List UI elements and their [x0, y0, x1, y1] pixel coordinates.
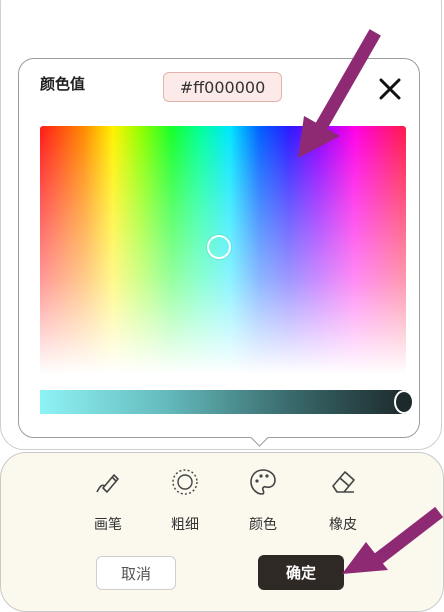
hex-value-field[interactable]: #ff000000	[163, 72, 282, 102]
close-icon	[379, 78, 401, 100]
bottom-toolbar	[0, 452, 444, 612]
eraser-icon	[332, 471, 355, 493]
tool-label: 颜色	[249, 517, 277, 533]
tool-label: 画笔	[94, 517, 122, 533]
cancel-button[interactable]: 取消	[96, 556, 176, 590]
shade-slider[interactable]	[40, 390, 406, 414]
tool-thickness[interactable]: 粗细	[155, 466, 215, 536]
color-value-label: 颜色值	[40, 75, 86, 93]
pen-icon	[96, 474, 119, 493]
tool-label: 粗细	[171, 517, 199, 533]
shade-slider-thumb[interactable]	[394, 390, 414, 414]
palette-icon	[250, 469, 276, 495]
tool-eraser[interactable]: 橡皮	[313, 466, 373, 536]
tool-color[interactable]: 颜色	[233, 466, 293, 536]
thickness-icon	[172, 469, 198, 495]
spectrum-cursor[interactable]	[207, 235, 231, 259]
tool-pen[interactable]: 画笔	[78, 466, 138, 536]
tool-label: 橡皮	[329, 517, 357, 533]
close-button[interactable]	[377, 76, 403, 102]
confirm-button[interactable]: 确定	[258, 555, 344, 590]
